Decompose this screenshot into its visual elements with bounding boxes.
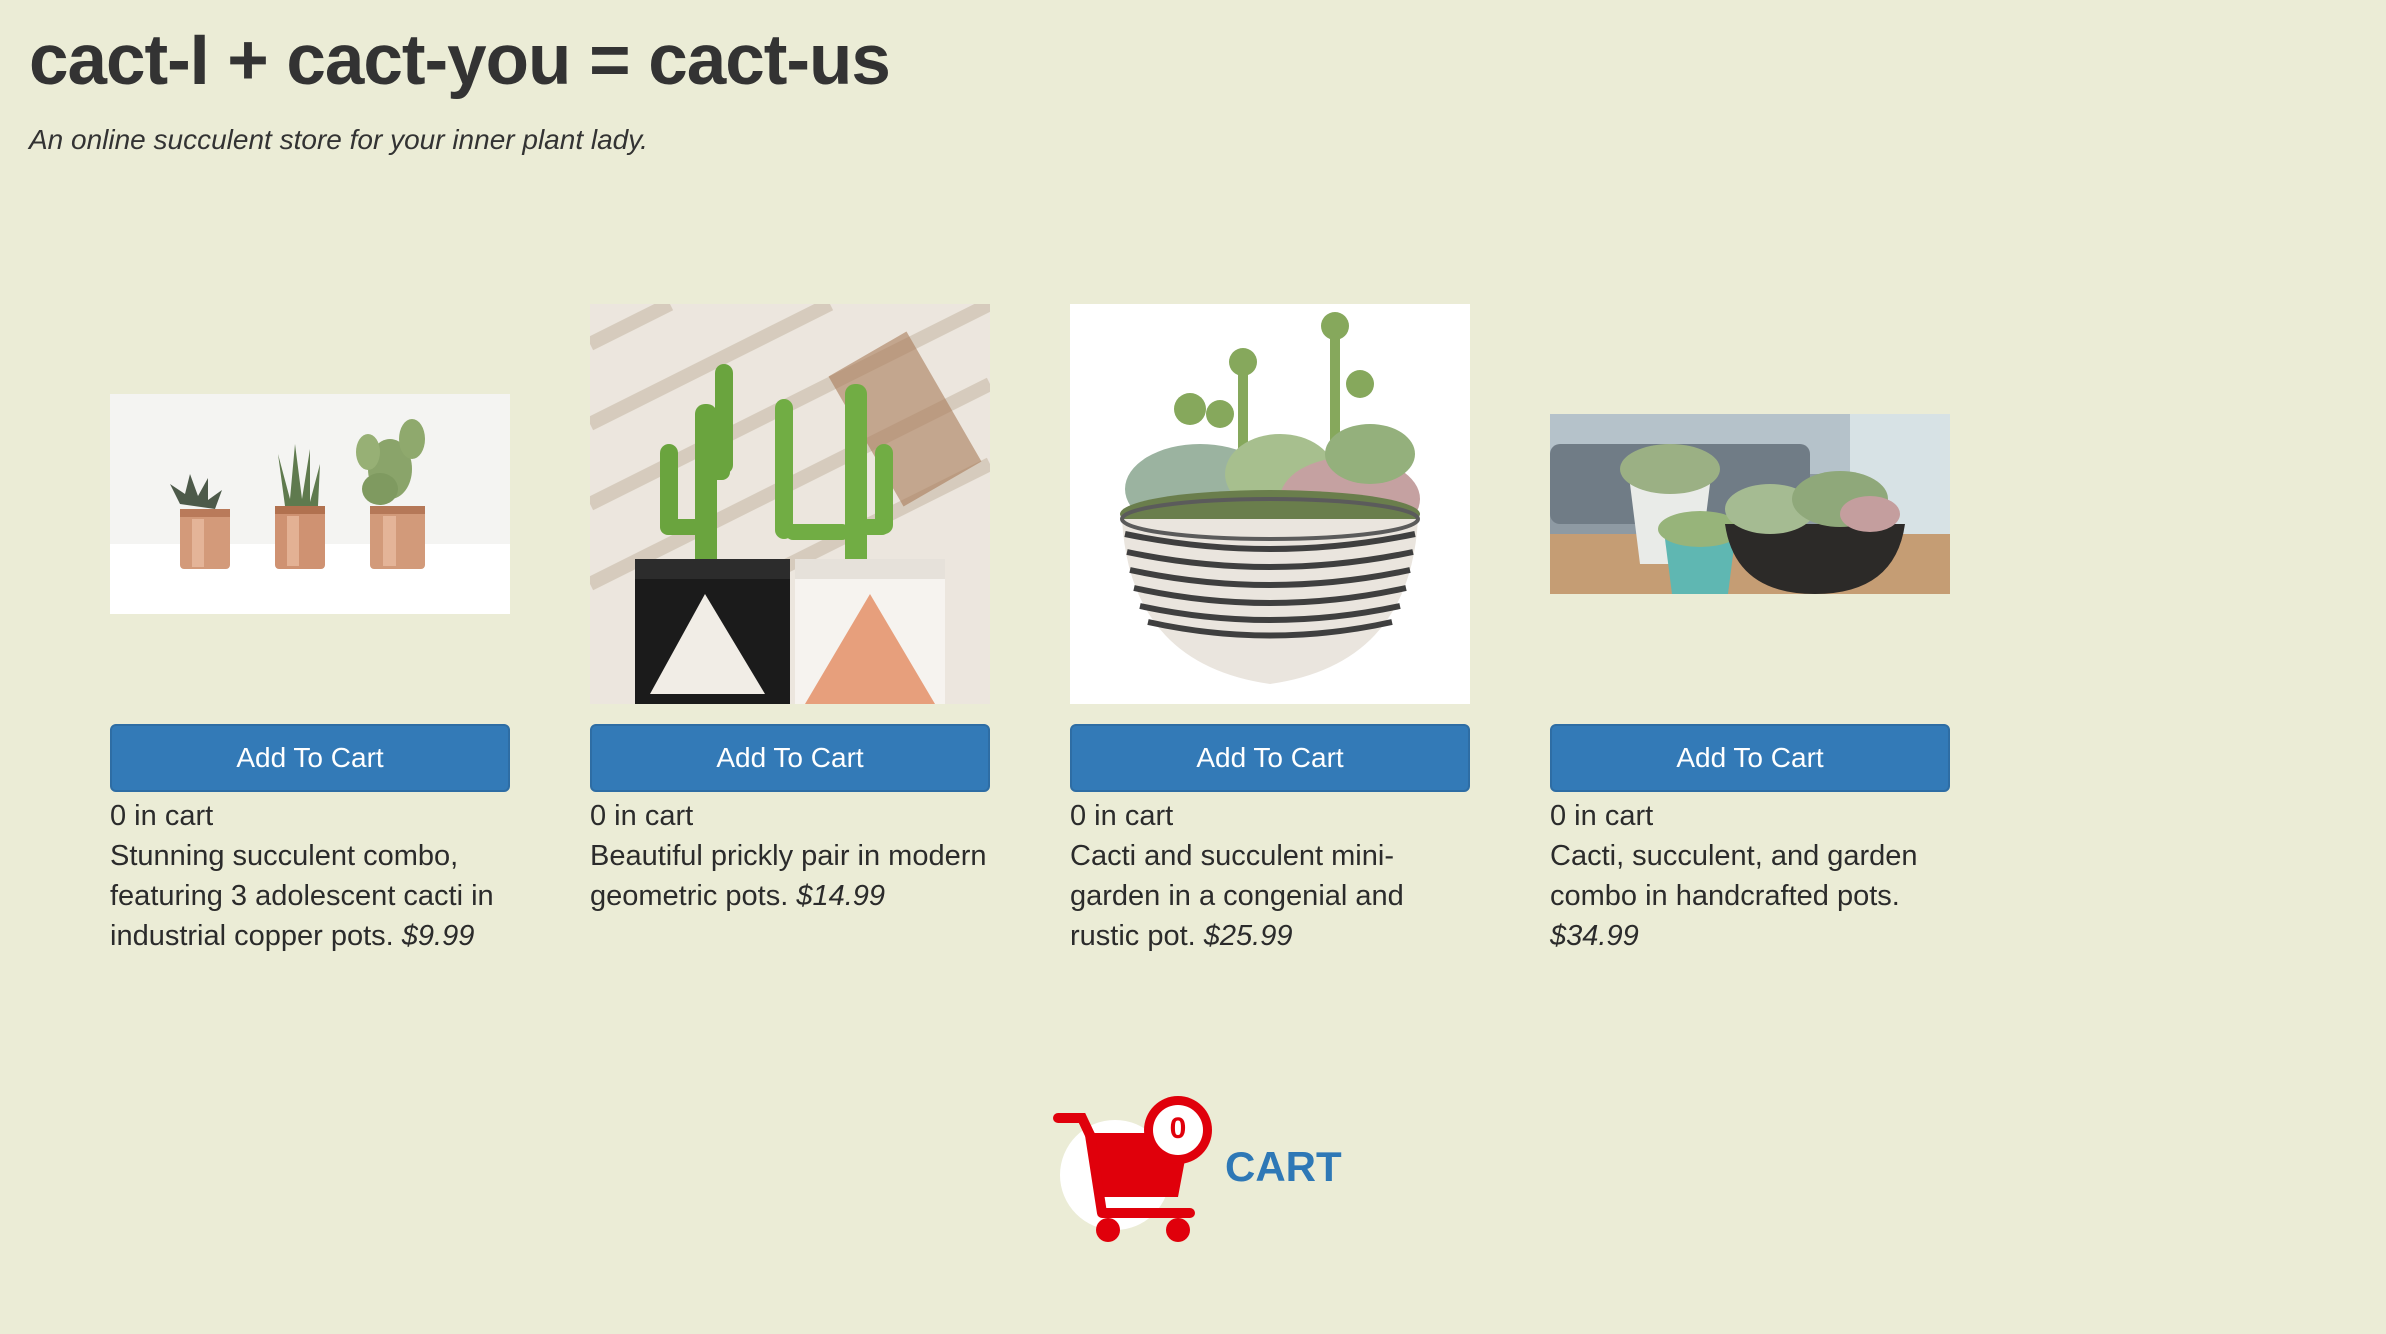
product-description: Stunning succulent combo, featuring 3 ad… — [110, 836, 510, 956]
cart-label: CART — [1225, 1143, 1342, 1190]
add-to-cart-button[interactable]: Add To Cart — [1070, 724, 1470, 792]
cart-count-badge: 0 — [1169, 1112, 1187, 1145]
product-card: Add To Cart 0 in cart Cacti, succulent, … — [1550, 304, 1950, 956]
product-image-container — [1070, 304, 1470, 704]
product-card: Add To Cart 0 in cart Stunning succulent… — [110, 304, 510, 956]
product-price: $34.99 — [1550, 920, 1639, 952]
in-cart-count: 0 in cart — [1070, 800, 1174, 832]
product-price: $25.99 — [1203, 920, 1293, 952]
product-image-container — [1550, 304, 1950, 704]
product-price: $9.99 — [401, 920, 475, 952]
three-copper-pots-image — [110, 394, 510, 614]
product-description: Cacti and succulent mini-garden in a con… — [1070, 836, 1470, 956]
product-list: Add To Cart 0 in cart Stunning succulent… — [110, 304, 1950, 956]
add-to-cart-button[interactable]: Add To Cart — [590, 724, 990, 792]
product-image-container — [110, 304, 510, 704]
product-description: Beautiful prickly pair in modern geometr… — [590, 836, 990, 916]
mini-garden-bowl-image — [1070, 304, 1470, 704]
product-description: Cacti, succulent, and garden combo in ha… — [1550, 836, 1950, 956]
cart-button[interactable]: 0 CART — [1050, 1085, 1350, 1255]
product-card: Add To Cart 0 in cart Cacti and succulen… — [1070, 304, 1470, 956]
page-title: cact-I + cact-you = cact-us — [29, 21, 891, 100]
product-description-text: Cacti, succulent, and garden combo in ha… — [1550, 840, 1918, 912]
in-cart-count: 0 in cart — [1550, 800, 1654, 832]
product-description-text: Beautiful prickly pair in modern geometr… — [590, 840, 987, 912]
product-image-container — [590, 304, 990, 704]
add-to-cart-button[interactable]: Add To Cart — [110, 724, 510, 792]
handcrafted-pots-image — [1550, 414, 1950, 594]
prickly-pair-image — [590, 304, 990, 704]
in-cart-count: 0 in cart — [110, 800, 214, 832]
product-card: Add To Cart 0 in cart Beautiful prickly … — [590, 304, 990, 956]
page-tagline: An online succulent store for your inner… — [29, 124, 648, 155]
in-cart-count: 0 in cart — [590, 800, 694, 832]
product-price: $14.99 — [796, 880, 886, 912]
shopping-cart-icon — [1053, 1096, 1212, 1242]
add-to-cart-button[interactable]: Add To Cart — [1550, 724, 1950, 792]
